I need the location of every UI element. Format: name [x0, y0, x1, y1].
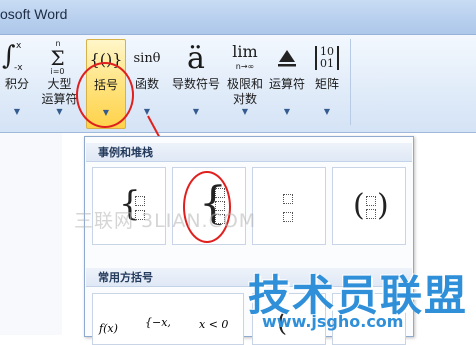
bracket-icon: {()}	[87, 40, 125, 78]
large-operator-label-2: 运算符	[41, 92, 78, 106]
ribbon-divider	[350, 39, 351, 125]
template-paren-stack[interactable]: ( )	[332, 167, 406, 245]
chevron-down-icon: ▼	[143, 107, 151, 116]
limit-icon: lim n→∞	[224, 39, 266, 77]
operator-label: 运算符	[268, 77, 305, 91]
watermark-3lian: 三联网 3LIAN.COM	[74, 210, 257, 232]
placeholder-box	[366, 209, 376, 219]
placeholder-box	[283, 194, 293, 204]
matrix-icon: 10 01	[310, 39, 344, 77]
integral-label: 积分	[4, 77, 29, 91]
integral-upper: x	[16, 41, 22, 51]
large-operator-button[interactable]: n Σ i=0 大型 运算符 ▼	[37, 39, 82, 127]
large-operator-label: 大型	[47, 77, 72, 91]
chevron-down-icon: ▼	[102, 108, 110, 117]
operator-icon	[266, 39, 308, 77]
accent-button[interactable]: ä 导数符号 ▼	[168, 39, 224, 127]
matrix-button[interactable]: 10 01 矩阵 ▼	[310, 39, 344, 127]
accent-icon: ä	[168, 39, 224, 77]
integral-lower: -x	[14, 63, 23, 73]
chevron-down-icon: ▼	[56, 107, 63, 116]
sum-lower: i=0	[50, 67, 65, 76]
chevron-down-icon: ▼	[192, 107, 200, 116]
function-button[interactable]: sinθ 函数 ▼	[128, 39, 166, 127]
matrix-row-2: 01	[320, 57, 334, 70]
accent-label: 导数符号	[171, 77, 220, 91]
window-title: osoft Word	[0, 6, 68, 22]
placeholder-box	[135, 196, 145, 206]
template-piecewise[interactable]: f(x) {−x, x < 0	[92, 293, 244, 345]
limit-label-2: 对数	[232, 92, 257, 106]
function-icon: sinθ	[128, 39, 166, 77]
function-label: 函数	[134, 77, 159, 91]
piecewise-case: {−x,	[145, 316, 171, 329]
placeholder-box	[366, 196, 376, 206]
section-cases-stacks: 事例和堆栈	[86, 143, 412, 162]
piecewise-fx: f(x)	[99, 322, 118, 335]
template-stack[interactable]	[252, 167, 326, 245]
sum-icon: n Σ i=0	[50, 39, 65, 76]
equation-ribbon: ∫ x -x 积分 ▼ n Σ i=0 大型 运算符 ▼ {()} 括号 ▼ s…	[0, 35, 476, 133]
bracket-label: 括号	[93, 78, 118, 92]
bracket-glyph: {()}	[89, 49, 123, 69]
matrix-label: 矩阵	[314, 77, 339, 91]
title-bar: osoft Word	[0, 0, 476, 35]
watermark-url: www.jsgho.com	[262, 312, 404, 331]
left-strip	[0, 133, 62, 335]
left-paren-icon: (	[353, 188, 365, 223]
piecewise-condition: x < 0	[199, 318, 229, 331]
integral-icon: ∫ x -x	[2, 41, 23, 73]
chevron-down-icon: ▼	[283, 107, 291, 116]
limit-log-button[interactable]: lim n→∞ 极限和 对数 ▼	[224, 39, 266, 127]
placeholder-box	[283, 212, 293, 222]
limit-glyph: lim	[232, 42, 258, 61]
accent-glyph: ä	[187, 40, 205, 76]
bracket-button[interactable]: {()} 括号 ▼	[86, 39, 126, 129]
limit-sub: n→∞	[235, 62, 255, 71]
integral-button[interactable]: ∫ x -x 积分 ▼	[0, 39, 34, 127]
chevron-down-icon: ▼	[323, 107, 331, 116]
operator-button[interactable]: 运算符 ▼	[266, 39, 308, 127]
placeholder-box	[215, 188, 225, 198]
limit-label: 极限和	[226, 77, 263, 91]
chevron-down-icon: ▼	[241, 107, 249, 116]
chevron-down-icon: ▼	[13, 107, 21, 116]
function-glyph: sinθ	[133, 50, 161, 66]
right-paren-icon: )	[377, 188, 389, 223]
